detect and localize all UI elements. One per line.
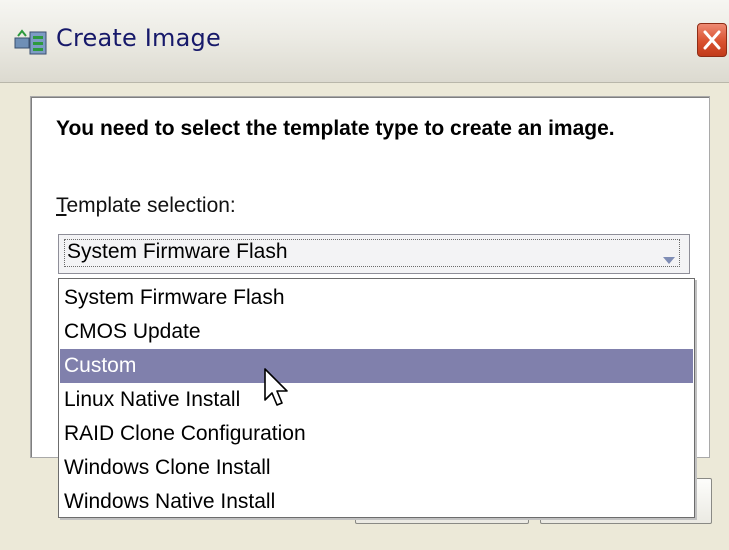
option-linux-native-install[interactable]: Linux Native Install — [60, 383, 693, 417]
image-builder-icon — [14, 28, 48, 56]
option-windows-native-install[interactable]: Windows Native Install — [60, 485, 693, 519]
option-raid-clone-configuration[interactable]: RAID Clone Configuration — [60, 417, 693, 451]
close-icon — [703, 30, 721, 50]
option-system-firmware-flash[interactable]: System Firmware Flash — [60, 281, 693, 315]
template-dropdown-list[interactable]: System Firmware Flash CMOS Update Custom… — [58, 278, 695, 518]
mouse-pointer-icon — [263, 368, 289, 412]
window-title: Create Image — [56, 24, 221, 52]
close-button[interactable] — [697, 23, 727, 57]
instruction-text: You need to select the template type to … — [56, 117, 615, 140]
create-image-window: Create Image You need to select the temp… — [0, 0, 729, 550]
option-windows-clone-install[interactable]: Windows Clone Install — [60, 451, 693, 485]
label-rest: emplate selection: — [66, 194, 236, 217]
title-bar[interactable]: Create Image — [0, 0, 729, 83]
template-select-value: System Firmware Flash — [67, 240, 288, 263]
chevron-down-icon[interactable] — [662, 250, 676, 269]
label-mnemonic: T — [56, 194, 67, 217]
option-custom[interactable]: Custom — [60, 349, 693, 383]
option-cmos-update[interactable]: CMOS Update — [60, 315, 693, 349]
template-select[interactable]: System Firmware Flash — [58, 234, 690, 274]
template-selection-label: Template selection: — [56, 194, 236, 218]
